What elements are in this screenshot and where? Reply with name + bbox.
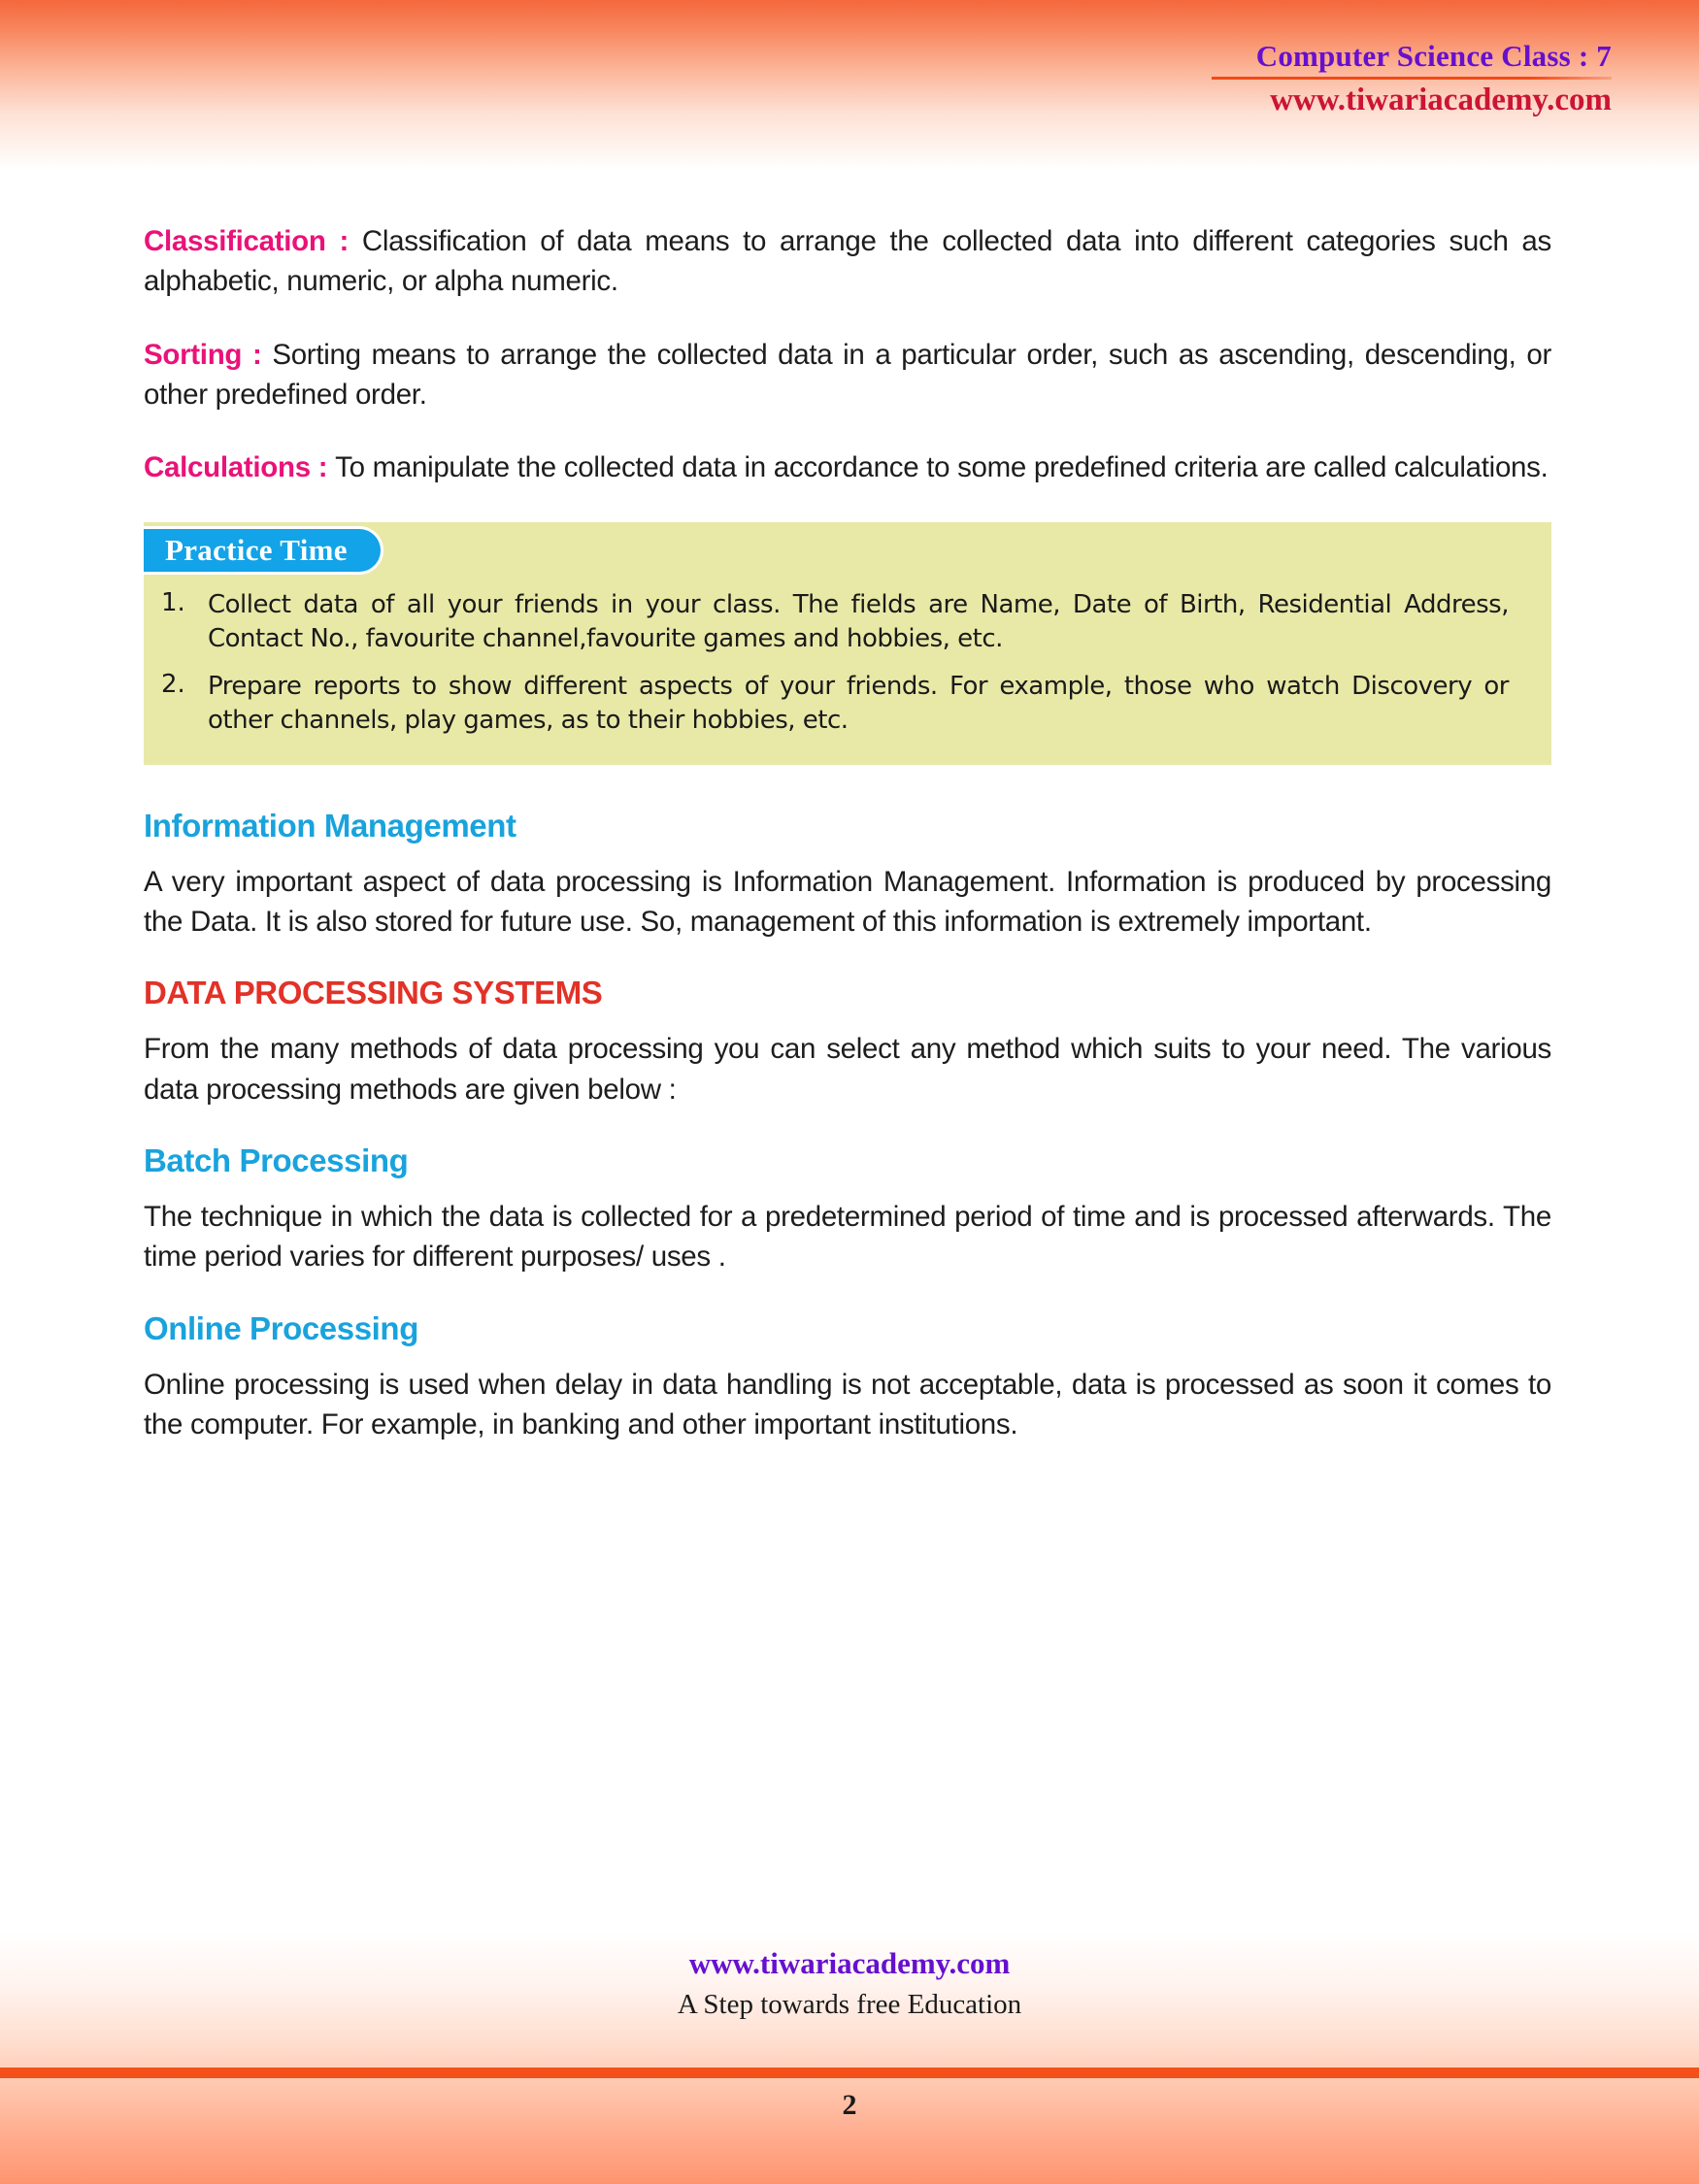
section-heading-information-management: Information Management: [144, 807, 516, 844]
section-text-information-management: A very important aspect of data processi…: [144, 865, 1551, 939]
paragraph-text-calculations: To manipulate the collected data in acco…: [335, 451, 1549, 484]
practice-badge-row: Practice Time: [144, 522, 1551, 580]
paragraph-sorting: Sorting : Sorting means to arrange the c…: [144, 335, 1551, 415]
document-page: Computer Science Class : 7 www.tiwariaca…: [0, 0, 1699, 2184]
section-data-processing-systems: DATA PROCESSING SYSTEMS From the many me…: [144, 975, 1551, 1109]
paragraph-text-sorting: Sorting means to arrange the collected d…: [144, 338, 1551, 411]
list-item-text: Prepare reports to show different aspect…: [208, 672, 1510, 735]
list-item-number: 1.: [161, 588, 185, 618]
practice-task-list: 1. Collect data of all your friends in y…: [144, 588, 1551, 737]
header-course-title: Computer Science Class : 7: [1255, 39, 1612, 73]
section-information-management: Information Management A very important …: [144, 808, 1551, 943]
page-header: Computer Science Class : 7 www.tiwariaca…: [0, 0, 1699, 170]
list-item-number: 2.: [161, 670, 185, 700]
lead-label-sorting: Sorting :: [144, 338, 273, 371]
section-heading-batch-processing: Batch Processing: [144, 1142, 409, 1178]
section-text-data-processing-systems: From the many methods of data processing…: [144, 1033, 1551, 1106]
list-item: 1. Collect data of all your friends in y…: [144, 588, 1551, 656]
footer-text-block: www.tiwariacademy.com A Step towards fre…: [0, 1945, 1699, 2023]
paragraph-calculations: Calculations : To manipulate the collect…: [144, 447, 1551, 487]
footer-website-link[interactable]: www.tiwariacademy.com: [0, 1945, 1699, 1983]
page-content: Classification : Classification of data …: [144, 221, 1551, 1444]
practice-time-badge-label: Practice Time: [165, 533, 348, 568]
section-heading-online-processing: Online Processing: [144, 1309, 418, 1346]
section-online-processing: Online Processing Online processing is u…: [144, 1310, 1551, 1445]
list-item: 2. Prepare reports to show different asp…: [144, 670, 1551, 738]
header-website-link[interactable]: www.tiwariacademy.com: [1068, 83, 1612, 119]
section-heading-data-processing-systems: DATA PROCESSING SYSTEMS: [144, 975, 603, 1011]
section-text-batch-processing: The technique in which the data is colle…: [144, 1200, 1551, 1274]
footer-orange-bar: [0, 2068, 1699, 2078]
lead-label-classification: Classification :: [144, 225, 362, 257]
section-batch-processing: Batch Processing The technique in which …: [144, 1142, 1551, 1277]
section-text-online-processing: Online processing is used when delay in …: [144, 1368, 1551, 1440]
practice-time-badge: Practice Time: [144, 526, 383, 576]
list-item-text: Collect data of all your friends in your…: [208, 590, 1510, 654]
paragraph-classification: Classification : Classification of data …: [144, 221, 1551, 302]
header-divider-rule: [1212, 76, 1612, 80]
header-text-block: Computer Science Class : 7 www.tiwariaca…: [1068, 39, 1612, 119]
footer-tagline: A Step towards free Education: [677, 1988, 1022, 2020]
practice-time-box: Practice Time 1. Collect data of all you…: [144, 522, 1551, 765]
page-number: 2: [842, 2089, 857, 2121]
lead-label-calculations: Calculations :: [144, 451, 336, 484]
page-footer: www.tiwariacademy.com A Step towards fre…: [0, 1932, 1699, 2184]
